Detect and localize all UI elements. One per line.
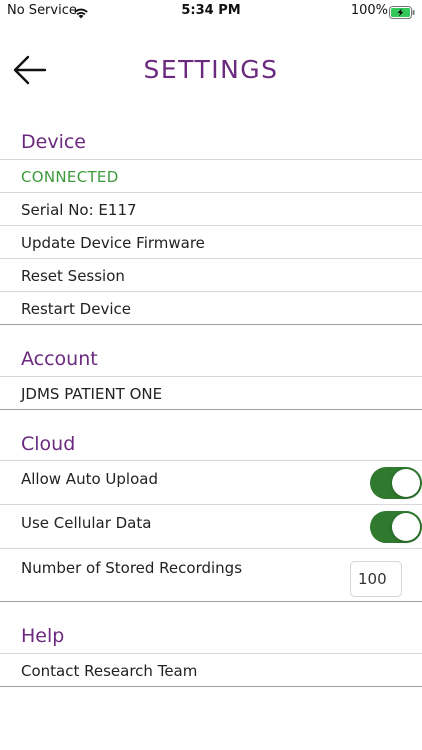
update-firmware-row[interactable]: Update Device Firmware: [0, 225, 422, 258]
stored-recordings-row: Number of Stored Recordings: [0, 548, 422, 601]
cellular-data-label: Use Cellular Data: [21, 514, 152, 532]
battery-percentage: 100%: [350, 3, 388, 18]
update-firmware-label: Update Device Firmware: [21, 234, 205, 252]
stored-recordings-input[interactable]: [350, 561, 402, 597]
battery-charging-icon: [389, 4, 415, 23]
section-header-cloud: Cloud: [21, 433, 76, 455]
toggle-knob: [392, 469, 420, 497]
navigation-bar: SETTINGS: [0, 45, 422, 95]
section-header-device: Device: [21, 131, 86, 153]
stored-recordings-label: Number of Stored Recordings: [21, 559, 243, 577]
cellular-data-toggle[interactable]: [370, 511, 422, 543]
connection-status: CONNECTED: [21, 168, 119, 186]
page-title: SETTINGS: [143, 55, 279, 84]
auto-upload-toggle[interactable]: [370, 467, 422, 499]
auto-upload-row: Allow Auto Upload: [0, 460, 422, 504]
reset-session-row[interactable]: Reset Session: [0, 258, 422, 291]
cellular-data-row: Use Cellular Data: [0, 504, 422, 548]
section-header-account: Account: [21, 348, 98, 370]
status-bar: No Service 5:34 PM 100%: [0, 0, 422, 24]
restart-device-row[interactable]: Restart Device: [0, 291, 422, 324]
section-divider: [0, 686, 422, 687]
auto-upload-label: Allow Auto Upload: [21, 470, 158, 488]
reset-session-label: Reset Session: [21, 267, 125, 285]
toggle-knob: [392, 513, 420, 541]
device-status-row: CONNECTED: [0, 159, 422, 192]
restart-device-label: Restart Device: [21, 300, 131, 318]
section-header-help: Help: [21, 625, 65, 647]
patient-name: JDMS PATIENT ONE: [21, 385, 163, 403]
section-divider: [0, 324, 422, 325]
account-name-row: JDMS PATIENT ONE: [0, 376, 422, 409]
section-divider: [0, 409, 422, 410]
contact-team-row[interactable]: Contact Research Team: [0, 653, 422, 686]
serial-number: Serial No: E117: [21, 201, 137, 219]
serial-number-row: Serial No: E117: [0, 192, 422, 225]
section-divider: [0, 601, 422, 602]
contact-team-label: Contact Research Team: [21, 662, 198, 680]
